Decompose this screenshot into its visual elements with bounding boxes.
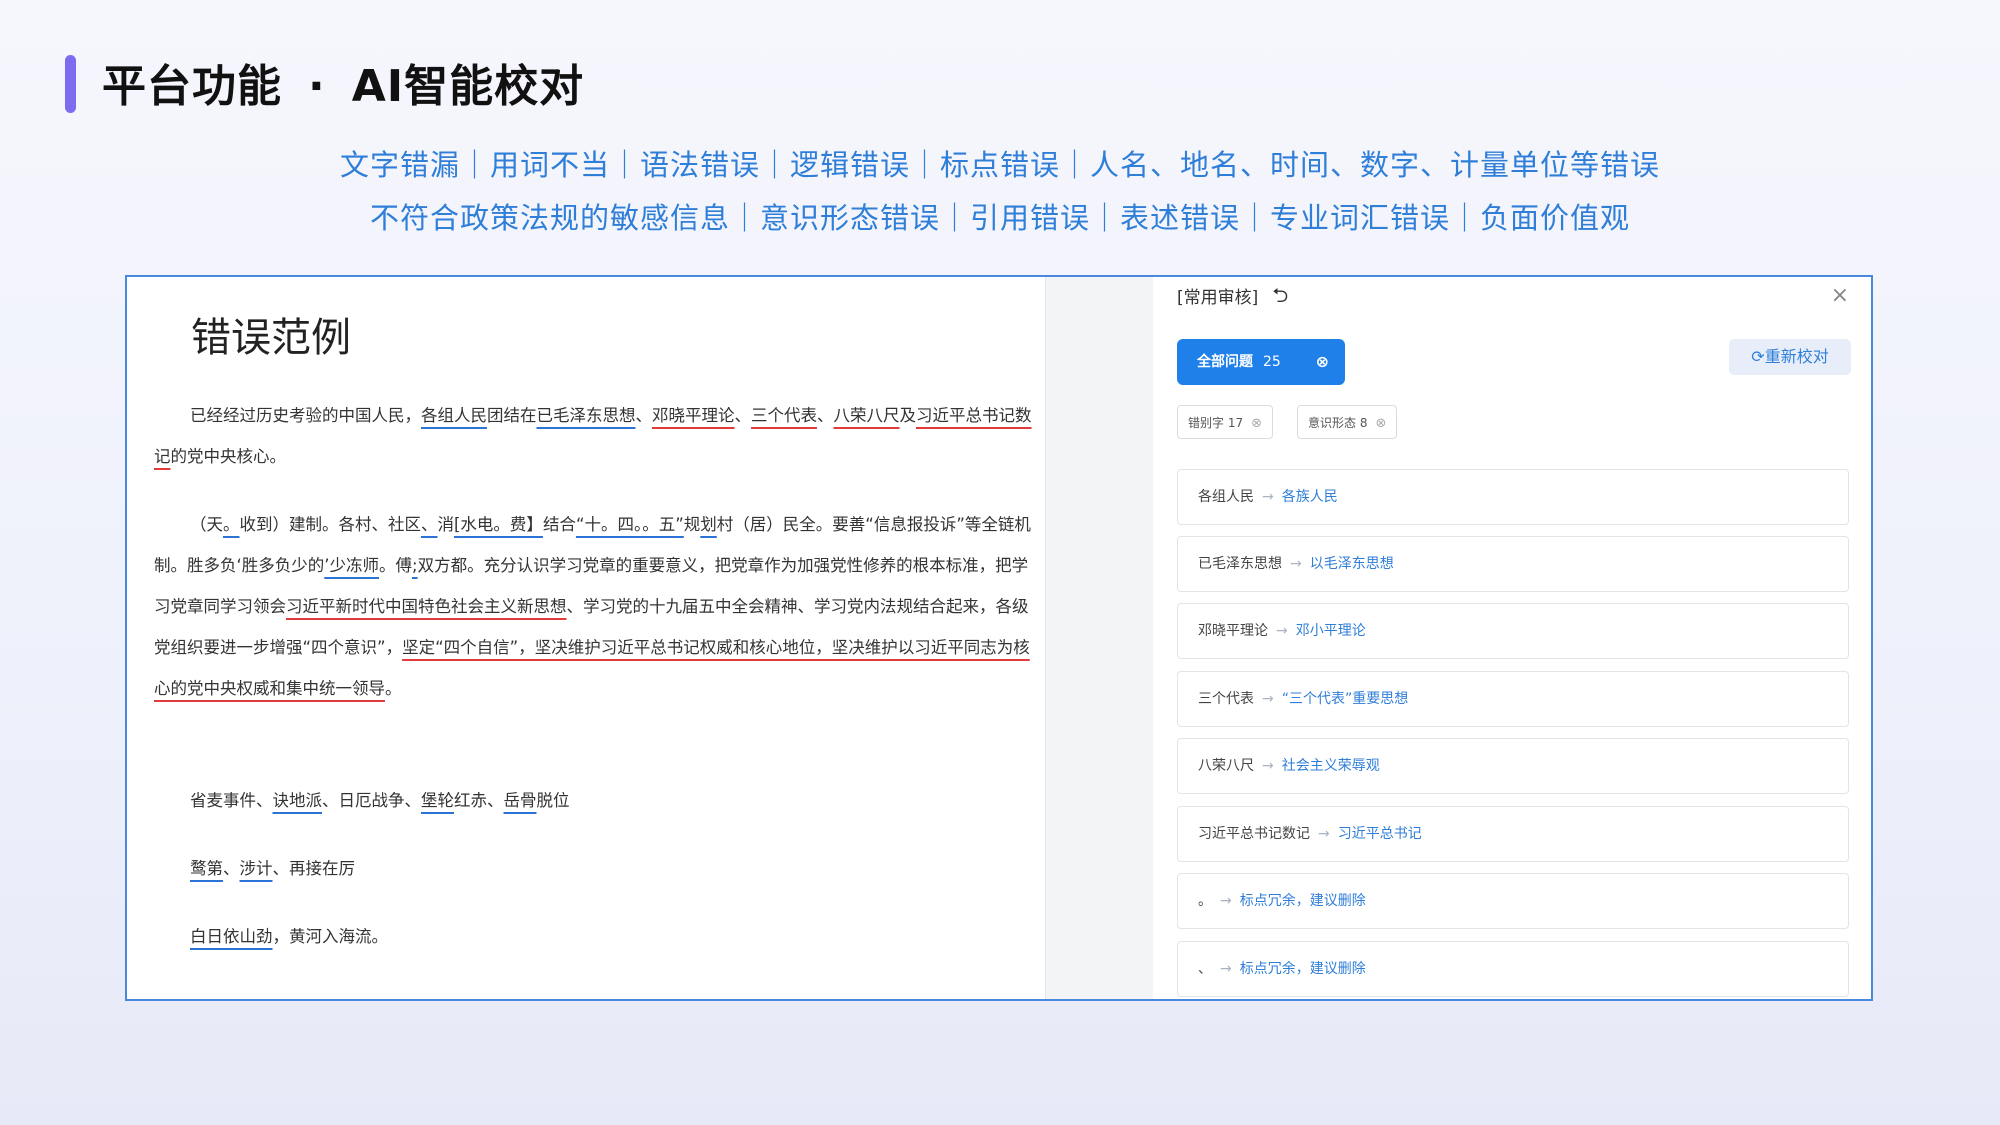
error-mark[interactable]: 。 — [223, 515, 240, 534]
review-panel: [常用审核] ⮌ × 全部问题 25 ⊗ ⟳重新校对 错别字 17 ⊗ 意识形态 8 ⊗ … — [1153, 277, 1871, 999]
recheck-button[interactable]: ⟳重新校对 — [1729, 339, 1851, 375]
filter-chip-ideology[interactable]: 意识形态 8 ⊗ — [1297, 405, 1398, 439]
error-mark[interactable]: “十。四。。五” — [576, 515, 684, 534]
paragraph-4: 鹜第、涉计、再接在厉 — [190, 859, 355, 878]
issue-item[interactable]: 三个代表 → “三个代表”重要思想 — [1177, 671, 1849, 727]
page-gutter — [1045, 277, 1155, 999]
title-accent-bar — [65, 55, 76, 113]
panel-header: [常用审核] ⮌ — [1177, 281, 1288, 315]
document-pane: 错误范例 已经经过历史考验的中国人民，各组人民团结在已毛泽东思想、邓晓平理论、三… — [127, 277, 1045, 999]
title-left: 平台功能 — [102, 61, 282, 112]
paragraph-3: 省麦事件、诀地派、日厄战争、堡轮红赤、岳骨脱位 — [190, 791, 570, 810]
issue-item[interactable]: 邓晓平理论 → 邓小平理论 — [1177, 603, 1849, 659]
document-title: 错误范例 — [191, 315, 351, 361]
error-mark[interactable]: 堡轮 — [421, 791, 454, 810]
error-mark[interactable]: 、 — [421, 515, 438, 534]
error-mark[interactable]: 鹜第 — [190, 859, 223, 878]
proofreading-window: 错误范例 已经经过历史考验的中国人民，各组人民团结在已毛泽东思想、邓晓平理论、三… — [125, 275, 1873, 1001]
arrow-right-icon: → — [1262, 691, 1274, 707]
error-mark[interactable]: 划 — [700, 515, 717, 534]
arrow-right-icon: → — [1276, 623, 1288, 639]
error-mark[interactable]: 习近平新时代中国特色社会主义新思想 — [286, 597, 567, 616]
error-types-line2: 不符合政策法规的敏感信息｜意识形态错误｜引用错误｜表述错误｜专业词汇错误｜负面价… — [369, 201, 1630, 235]
clear-filter-icon[interactable]: ⊗ — [1316, 339, 1329, 385]
error-mark[interactable]: 各组人民 — [421, 406, 487, 425]
issue-item[interactable]: 各组人民 → 各族人民 — [1177, 469, 1849, 525]
issue-item[interactable]: 习近平总书记数记 → 习近平总书记 — [1177, 806, 1849, 862]
arrow-right-icon: → — [1262, 489, 1274, 505]
chip-close-icon[interactable]: ⊗ — [1251, 416, 1262, 431]
title-separator: · — [308, 61, 326, 112]
arrow-right-icon: → — [1262, 758, 1274, 774]
paragraph-5: 白日依山劲，黄河入海流。 — [190, 927, 388, 946]
issue-item[interactable]: 、 → 标点冗余，建议删除 — [1177, 941, 1849, 997]
paragraph-1: 已经经过历史考验的中国人民，各组人民团结在已毛泽东思想、邓晓平理论、三个代表、八… — [154, 406, 1032, 466]
arrow-right-icon: → — [1220, 961, 1232, 977]
error-mark[interactable]: 涉计 — [240, 859, 273, 878]
error-mark[interactable]: [水电。费】 — [454, 515, 543, 534]
error-mark[interactable]: 三个代表 — [751, 406, 817, 425]
arrow-right-icon: → — [1318, 826, 1330, 842]
error-mark[interactable]: 岳骨 — [504, 791, 537, 810]
issue-count: 25 — [1263, 354, 1281, 370]
title-right: AI智能校对 — [351, 61, 585, 112]
refresh-icon: ⟳ — [1751, 347, 1765, 366]
paragraph-2: （天。收到）建制。各村、社区、消[水电。费】结合“十。四。。五”规划村（居）民全… — [154, 515, 1031, 698]
issue-item[interactable]: 已毛泽东思想 → 以毛泽东思想 — [1177, 536, 1849, 592]
chip-close-icon[interactable]: ⊗ — [1375, 416, 1386, 431]
error-mark[interactable]: 诀地派 — [273, 791, 323, 810]
arrow-right-icon: → — [1290, 556, 1302, 572]
all-issues-button[interactable]: 全部问题 25 ⊗ — [1177, 339, 1345, 385]
page-title: 平台功能 · AI智能校对 — [102, 50, 584, 114]
error-mark[interactable]: 八荣八尺 — [834, 406, 900, 425]
switch-icon[interactable]: ⮌ — [1272, 281, 1288, 315]
issue-item[interactable]: 。 → 标点冗余，建议删除 — [1177, 873, 1849, 929]
issue-item[interactable]: 八荣八尺 → 社会主义荣辱观 — [1177, 738, 1849, 794]
error-mark[interactable]: ’少冻师 — [324, 556, 379, 575]
error-mark[interactable]: 邓晓平理论 — [652, 406, 735, 425]
error-mark[interactable]: 白日依山劲 — [190, 927, 273, 946]
arrow-right-icon: → — [1220, 893, 1232, 909]
error-mark[interactable]: 已毛泽东思想 — [537, 406, 636, 425]
close-icon[interactable]: × — [1831, 283, 1849, 308]
error-types-line1: 文字错漏｜用词不当｜语法错误｜逻辑错误｜标点错误｜人名、地名、时间、数字、计量单… — [339, 148, 1660, 182]
filter-chip-typo[interactable]: 错别字 17 ⊗ — [1177, 405, 1274, 439]
